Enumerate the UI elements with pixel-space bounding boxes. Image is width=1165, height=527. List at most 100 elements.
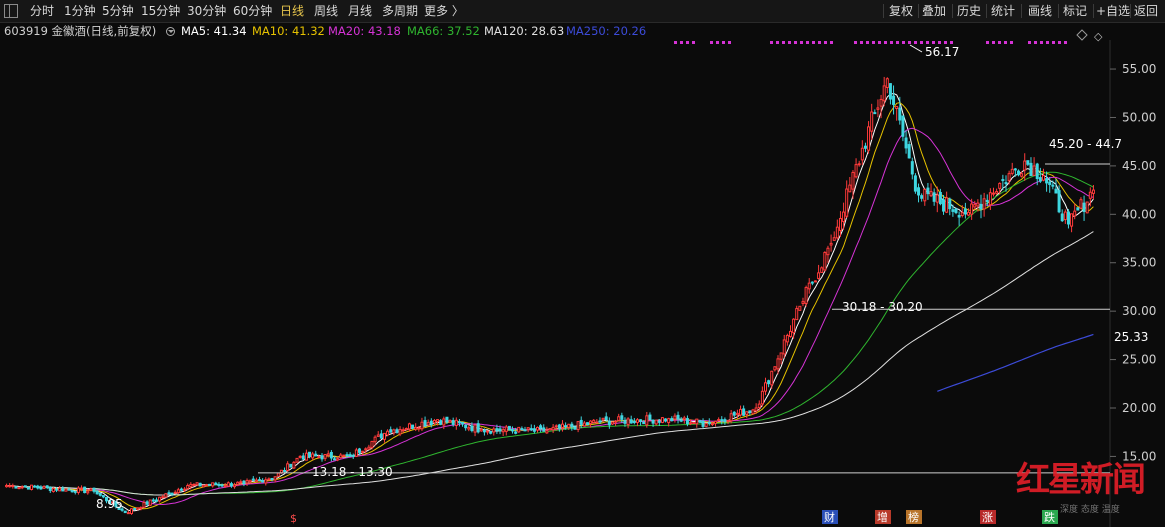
signal-dot xyxy=(1040,41,1043,44)
candle-up xyxy=(835,226,839,239)
candle-down xyxy=(938,191,942,205)
candle-down xyxy=(55,488,59,491)
candle-down xyxy=(664,418,668,422)
event-increase-marker[interactable]: 增 xyxy=(877,510,888,524)
signal-dot xyxy=(884,41,887,44)
candle-up xyxy=(448,419,452,423)
event-rise-marker[interactable]: 涨 xyxy=(982,511,993,524)
candle-down xyxy=(607,420,611,426)
candle-down xyxy=(907,144,911,159)
candle-down xyxy=(348,454,352,457)
candle-up xyxy=(798,305,802,311)
candle-up xyxy=(161,496,165,499)
candle-up xyxy=(267,478,271,481)
candle-up xyxy=(317,456,321,459)
candle-down xyxy=(154,499,158,502)
candle-down xyxy=(67,488,71,491)
candle-down xyxy=(242,480,246,485)
candle-down xyxy=(470,425,474,432)
candlesticks xyxy=(5,76,1095,515)
event-finance-marker[interactable]: 财 xyxy=(824,510,835,524)
signal-dot xyxy=(1004,41,1007,44)
candle-down xyxy=(507,425,511,431)
candle-up xyxy=(695,418,699,425)
event-dividend-marker[interactable]: $ xyxy=(290,512,297,525)
candle-down xyxy=(1082,202,1086,212)
candle-up xyxy=(373,436,377,443)
candle-up xyxy=(782,339,786,355)
candle-up xyxy=(735,412,739,416)
candle-up xyxy=(970,203,974,215)
candle-up xyxy=(339,454,343,459)
candle-up xyxy=(601,417,605,421)
candle-up xyxy=(645,415,649,426)
diamond-icon[interactable] xyxy=(1076,29,1088,41)
event-rank-marker[interactable]: 榜 xyxy=(908,510,919,524)
candle-up xyxy=(139,507,143,510)
candle-up xyxy=(304,452,308,461)
candle-up xyxy=(30,484,34,491)
candle-down xyxy=(83,486,87,494)
candle-down xyxy=(251,478,255,481)
ma250-line xyxy=(937,333,1094,392)
candle-up xyxy=(1041,175,1045,181)
news-watermark: 红星新闻 深度 态度 温度 xyxy=(1016,460,1164,520)
candle-down xyxy=(351,454,355,457)
candle-down xyxy=(979,203,983,210)
candle-up xyxy=(186,484,190,490)
candle-down xyxy=(170,492,174,495)
candle-down xyxy=(888,83,892,100)
candle-up xyxy=(189,483,193,488)
candle-down xyxy=(539,425,543,429)
candle-down xyxy=(92,487,96,492)
watermark-slogan: 深度 态度 温度 xyxy=(1060,505,1120,515)
candle-down xyxy=(514,431,518,434)
candle-up xyxy=(382,432,386,440)
collapse-icon[interactable]: ◇ xyxy=(1094,30,1103,43)
candle-up xyxy=(714,420,718,424)
candle-down xyxy=(570,423,574,428)
candle-up xyxy=(826,247,830,256)
candle-up xyxy=(635,419,639,423)
signal-dot xyxy=(890,41,893,44)
candle-up xyxy=(823,251,827,271)
candle-up xyxy=(392,429,396,434)
high-price-label: 56.17 xyxy=(925,45,959,59)
candle-up xyxy=(1073,210,1077,217)
candle-down xyxy=(910,161,914,175)
candle-up xyxy=(183,488,187,491)
kline-chart[interactable]: 55.00 50.00 45.00 40.00 35.00 30.00 25.00 20.00… xyxy=(0,0,1165,527)
candle-down xyxy=(632,420,636,424)
candle-up xyxy=(401,429,405,432)
candle-down xyxy=(901,115,905,137)
candle-down xyxy=(457,421,461,424)
signal-dot xyxy=(674,41,677,44)
candle-up xyxy=(504,426,508,432)
signal-dot xyxy=(866,41,869,44)
candle-down xyxy=(229,483,233,487)
candle-up xyxy=(829,242,833,246)
candle-up xyxy=(851,171,855,190)
candle-up xyxy=(201,484,205,488)
candle-down xyxy=(395,429,399,433)
candle-down xyxy=(36,485,40,489)
candle-up xyxy=(882,85,886,102)
candle-up xyxy=(576,421,580,431)
signal-dot xyxy=(692,41,695,44)
signal-dot xyxy=(782,41,785,44)
candle-down xyxy=(167,492,171,495)
y-tick-label: 40.00 xyxy=(1122,207,1156,221)
candle-down xyxy=(482,429,486,433)
candle-up xyxy=(129,508,133,515)
candle-up xyxy=(354,449,358,457)
signal-dot xyxy=(776,41,779,44)
candle-up xyxy=(967,211,971,216)
candle-down xyxy=(1004,182,1008,185)
candle-up xyxy=(929,191,933,197)
signal-dots xyxy=(674,41,1067,44)
candle-up xyxy=(398,428,402,435)
candle-up xyxy=(885,78,889,88)
candle-down xyxy=(620,415,624,420)
level-label-1: 45.20 - 44.7 xyxy=(1049,137,1122,151)
candle-down xyxy=(623,420,627,424)
